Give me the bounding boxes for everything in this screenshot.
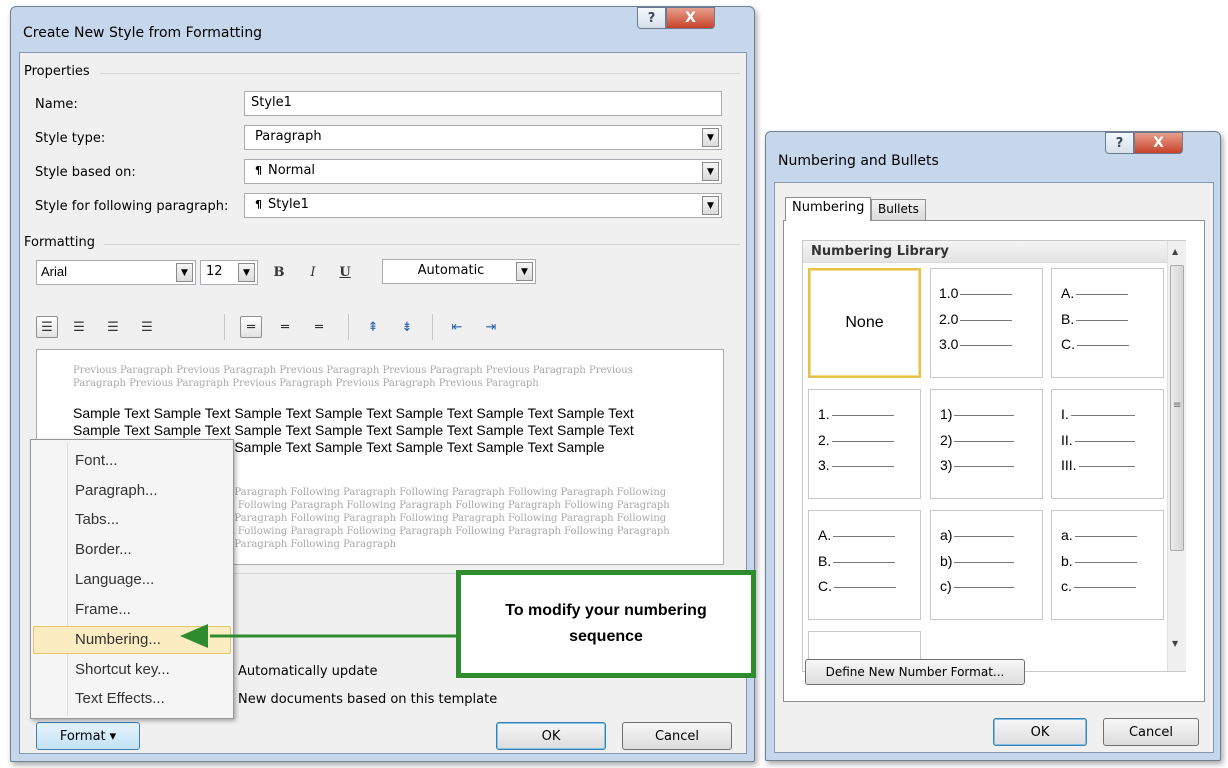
numbering-option-lower-alpha-period[interactable]: a. b. c. [1051,510,1164,620]
number-label: 3. [818,457,830,473]
number-label: 3) [940,457,953,473]
list-item: B. [818,553,896,569]
number-label: A. [1061,285,1075,301]
list-item: 1. [818,406,894,422]
list-item: 2) [940,432,1015,448]
list-item: B. [1061,311,1129,327]
scroll-grip-icon: ≡ [1173,400,1182,411]
define-new-number-format-button[interactable]: Define New Number Format... [805,659,1025,685]
list-item: II. [1061,432,1135,448]
list-item: c) [940,578,1014,594]
list-item: C. [818,578,896,594]
numbering-option-none[interactable]: None [808,268,921,378]
number-label: II. [1061,432,1073,448]
number-label: 2. [818,432,830,448]
list-item: b) [940,553,1015,569]
numbering-tab-panel: Numbering Library None 1.0 2.0 3.0 A. B.… [783,220,1205,702]
list-item: 1.0 [939,285,1013,301]
list-item: C. [1061,336,1129,352]
tab-numbering[interactable]: Numbering [785,197,872,221]
list-item: a. [1061,527,1137,543]
list-item: a) [940,527,1015,543]
number-label: 2) [940,432,953,448]
number-label: 1. [818,406,830,422]
tab-bullets[interactable]: Bullets [871,199,926,221]
help-icon: ? [1115,135,1124,151]
list-item: A. [818,527,896,543]
numbering-option-decimal-period[interactable]: 1. 2. 3. [808,389,921,499]
numbering-option-decimal-paren[interactable]: 1) 2) 3) [930,389,1043,499]
ok-button-label: OK [1030,724,1050,740]
list-item: 1) [940,406,1015,422]
scroll-up-icon[interactable]: ▲ [1172,247,1178,256]
list-item: III. [1061,457,1135,473]
list-item: 2.0 [939,311,1013,327]
number-label: C. [818,578,832,594]
list-item: A. [1061,285,1129,301]
numbering-option-roman[interactable]: I. II. III. [1051,389,1164,499]
none-label: None [845,314,884,331]
number-label: 1.0 [939,285,959,301]
number-label: 1) [940,406,953,422]
list-item: I. [1061,406,1135,422]
cancel-button-label: Cancel [1128,724,1174,740]
number-label: c. [1061,578,1072,594]
define-button-label: Define New Number Format... [825,665,1005,679]
number-label: 2.0 [939,311,959,327]
list-item: 2. [818,432,894,448]
number-label: c) [940,578,952,594]
list-item: c. [1061,578,1136,594]
ok-button[interactable]: OK [993,718,1087,746]
scroll-down-icon[interactable]: ▼ [1172,639,1178,648]
number-label: I. [1061,406,1069,422]
arrow-head-left [180,624,208,648]
number-label: a) [940,527,953,543]
title-bar: Numbering and Bullets ? X [766,132,1220,176]
scroll-thumb[interactable]: ≡ [1170,265,1184,551]
number-label: C. [1061,336,1075,352]
numbering-bullets-dialog: Numbering and Bullets ? X Numbering Bull… [765,131,1221,761]
list-item: 3. [818,457,894,473]
numbering-library-header: Numbering Library [803,241,1185,263]
list-item: b. [1061,553,1137,569]
library-scrollbar[interactable]: ▲ ≡ ▼ [1167,241,1186,671]
number-label: 3.0 [939,336,959,352]
cancel-button[interactable]: Cancel [1103,718,1199,746]
numbering-option-upper-alpha-2[interactable]: A. B. C. [808,510,921,620]
number-label: B. [1061,311,1075,327]
close-icon: X [1153,135,1164,151]
number-label: A. [818,527,832,543]
number-label: b) [940,553,953,569]
help-button[interactable]: ? [1105,132,1134,154]
numbering-library: Numbering Library None 1.0 2.0 3.0 A. B.… [802,240,1186,672]
numbering-option-decimal-outline[interactable]: 1.0 2.0 3.0 [930,268,1043,378]
number-label: III. [1061,457,1077,473]
dialog-body: Numbering Bullets Numbering Library None… [774,182,1214,753]
dialog-title: Numbering and Bullets [778,153,939,169]
list-item: 3.0 [939,336,1013,352]
number-label: B. [818,553,832,569]
close-button[interactable]: X [1134,132,1183,154]
number-label: b. [1061,553,1073,569]
list-item: 3) [940,457,1015,473]
numbering-option-lower-alpha-paren[interactable]: a) b) c) [930,510,1043,620]
numbering-option-upper-alpha[interactable]: A. B. C. [1051,268,1164,378]
number-label: a. [1061,527,1073,543]
